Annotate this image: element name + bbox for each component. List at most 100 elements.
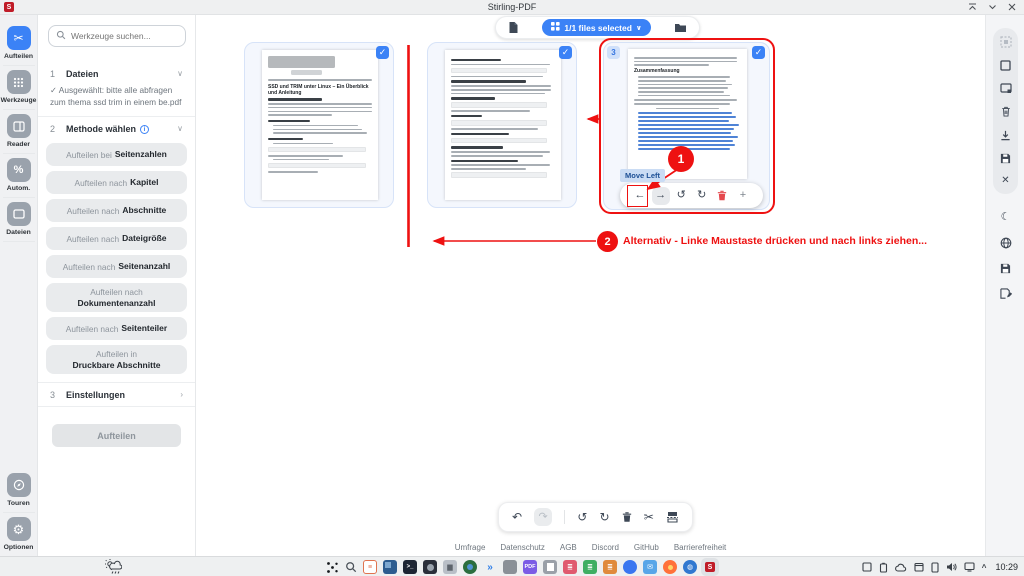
deselect-icon[interactable]: ✕ (1001, 176, 1009, 186)
rail-item-reader[interactable]: Reader (3, 110, 35, 154)
method-button-abschnitte[interactable]: Aufteilen nachAbschnitte (46, 199, 187, 222)
app-icon-kde-connect[interactable]: » (483, 560, 497, 574)
footer-link-barrierefreiheit[interactable]: Barrierefreiheit (674, 543, 726, 552)
window-titlebar: S Stirling-PDF (0, 0, 1024, 15)
step1-header[interactable]: 1 Dateien ∨ (38, 62, 195, 85)
redo-button[interactable]: ↷ (534, 508, 552, 526)
rail-item-optionen[interactable]: ⚙ Optionen (3, 513, 35, 556)
method-button-druckbare-abschnitte[interactable]: Aufteilen inDruckbare Abschnitte (46, 345, 187, 374)
delete-button[interactable] (622, 511, 632, 523)
step3-header[interactable]: 3 Einstellungen › (38, 383, 195, 406)
device-tray-icon[interactable] (931, 562, 939, 573)
minimize-icon[interactable] (988, 3, 997, 11)
app-icon-green-document[interactable]: ≣ (583, 560, 597, 574)
download-icon[interactable] (1000, 130, 1011, 141)
app-icon-red-document[interactable]: ≣ (563, 560, 577, 574)
rail-label: Touren (7, 500, 30, 507)
rail-item-dateien[interactable]: Dateien (3, 198, 35, 242)
app-icon-earth-browser[interactable] (463, 560, 477, 574)
method-button-dateigroesse[interactable]: Aufteilen nachDateigröße (46, 227, 187, 250)
method-button-seitenanzahl[interactable]: Aufteilen nachSeitenanzahl (46, 255, 187, 278)
footer-link-umfrage[interactable]: Umfrage (455, 543, 486, 552)
step-title: Methode wählen (66, 124, 136, 134)
battery-tray-icon[interactable] (879, 562, 888, 573)
app-icon-web-globe[interactable]: ◍ (683, 560, 697, 574)
rail-item-touren[interactable]: Touren (3, 469, 35, 513)
app-icon-terminal[interactable]: >_ (403, 560, 417, 574)
footer-link-discord[interactable]: Discord (592, 543, 619, 552)
pdf-page-card-2[interactable]: ✓ (427, 42, 577, 208)
rail-item-aufteilen[interactable]: ✂ Aufteilen (3, 22, 35, 66)
app-icon-chat[interactable] (623, 560, 637, 574)
save-file-icon[interactable] (1000, 263, 1011, 274)
app-launcher-icon[interactable] (326, 561, 339, 574)
app-icon-document-editor[interactable]: ≡ (363, 560, 377, 574)
divider (38, 406, 195, 407)
move-left-tooltip: Move Left (620, 169, 665, 182)
app-icon-panel-tool[interactable] (383, 560, 397, 574)
step2-header[interactable]: 2 Methode wähleni ∨ (38, 117, 195, 140)
rail-item-werkzeuge[interactable]: Werkzeuge (3, 66, 35, 110)
app-icon-orange-document[interactable]: ≣ (603, 560, 617, 574)
keep-above-icon[interactable] (968, 3, 977, 11)
card3-highlight-rect (599, 38, 775, 214)
cloud-sync-tray-icon[interactable] (895, 563, 907, 572)
close-window-icon[interactable] (1008, 3, 1016, 11)
save-as-edit-icon[interactable] (1000, 288, 1012, 300)
pdf-page-card-1[interactable]: SSD und TRIM unter Linux – Ein Überblick… (244, 42, 394, 208)
rotate-cw-button[interactable]: ↻ (600, 511, 610, 523)
calendar-tray-icon[interactable] (914, 562, 924, 572)
display-tray-icon[interactable] (964, 562, 975, 572)
step-number: 2 (50, 124, 58, 134)
page-checkbox[interactable]: ✓ (559, 46, 572, 59)
weather-widget-icon[interactable] (105, 559, 122, 576)
split-scissors-button[interactable]: ✂ (644, 511, 654, 523)
footer-link-github[interactable]: GitHub (634, 543, 659, 552)
app-icon-files[interactable] (543, 560, 557, 574)
aufteilen-submit-button[interactable]: Aufteilen (52, 424, 181, 447)
app-icon-stirling-pdf[interactable]: S (703, 560, 717, 574)
tray-expand-caret-icon[interactable]: ^ (982, 563, 987, 572)
rail-item-automation[interactable]: % Autom. (3, 154, 35, 198)
folder-open-icon[interactable] (674, 22, 687, 33)
undo-button[interactable]: ↶ (512, 511, 522, 523)
search-icon[interactable] (345, 561, 357, 573)
app-icon-pdf-viewer[interactable]: PDF (523, 560, 537, 574)
select-all-icon[interactable] (1000, 36, 1012, 48)
app-icon-media-app[interactable] (423, 560, 437, 574)
app-icon-vehicle-app[interactable]: ▆ (443, 560, 457, 574)
page1-title: SSD und TRIM unter Linux – Ein Überblick… (268, 84, 372, 96)
step-number: 3 (50, 390, 58, 400)
tool-search-box[interactable] (48, 25, 186, 47)
rotate-ccw-button[interactable]: ↺ (577, 511, 587, 523)
method-button-seitenzahlen[interactable]: Aufteilen beiSeitenzahlen (46, 143, 187, 166)
volume-tray-icon[interactable] (946, 562, 957, 572)
trash-icon[interactable] (1001, 106, 1011, 117)
left-tool-rail: ✂ Aufteilen Werkzeuge Reader % Autom. Da… (0, 15, 38, 556)
footer-link-agb[interactable]: AGB (560, 543, 577, 552)
edit-toolbar: ↶ ↷ ↺ ↻ ✂ (498, 502, 693, 532)
select-box-icon[interactable] (1000, 60, 1011, 71)
language-globe-icon[interactable] (1000, 237, 1012, 249)
save-icon[interactable] (1000, 153, 1011, 164)
method-button-seitenteiler[interactable]: Aufteilen nachSeitenteiler (46, 317, 187, 340)
app-icon-mail[interactable]: ✉ (643, 560, 657, 574)
document-icon[interactable] (508, 21, 519, 34)
footer-links: Umfrage Datenschutz AGB Discord GitHub B… (196, 543, 985, 552)
method-button-dokumentenanzahl[interactable]: Aufteilen nachDokumentenanzahl (46, 283, 187, 312)
app-icon-archive[interactable] (503, 560, 517, 574)
clipboard-tray-icon[interactable] (862, 562, 872, 572)
search-input[interactable] (71, 31, 178, 41)
clock: 10:29 (995, 562, 1018, 572)
stirling-pdf-window: S Stirling-PDF ✂ Aufteilen Werkzeuge Rea… (0, 0, 1024, 576)
page-checkbox[interactable]: ✓ (376, 46, 389, 59)
app-icon-firefox[interactable] (663, 560, 677, 574)
export-image-icon[interactable] (1000, 83, 1012, 94)
split-pages-button[interactable] (666, 511, 679, 523)
info-icon[interactable]: i (140, 125, 149, 134)
dark-mode-moon-icon[interactable]: ☾ (1001, 212, 1011, 223)
method-button-kapitel[interactable]: Aufteilen nachKapitel (46, 171, 187, 194)
files-selected-button[interactable]: 1/1 files selected ∨ (542, 19, 650, 36)
footer-link-datenschutz[interactable]: Datenschutz (500, 543, 544, 552)
app-settings-group: ☾ (993, 203, 1018, 300)
